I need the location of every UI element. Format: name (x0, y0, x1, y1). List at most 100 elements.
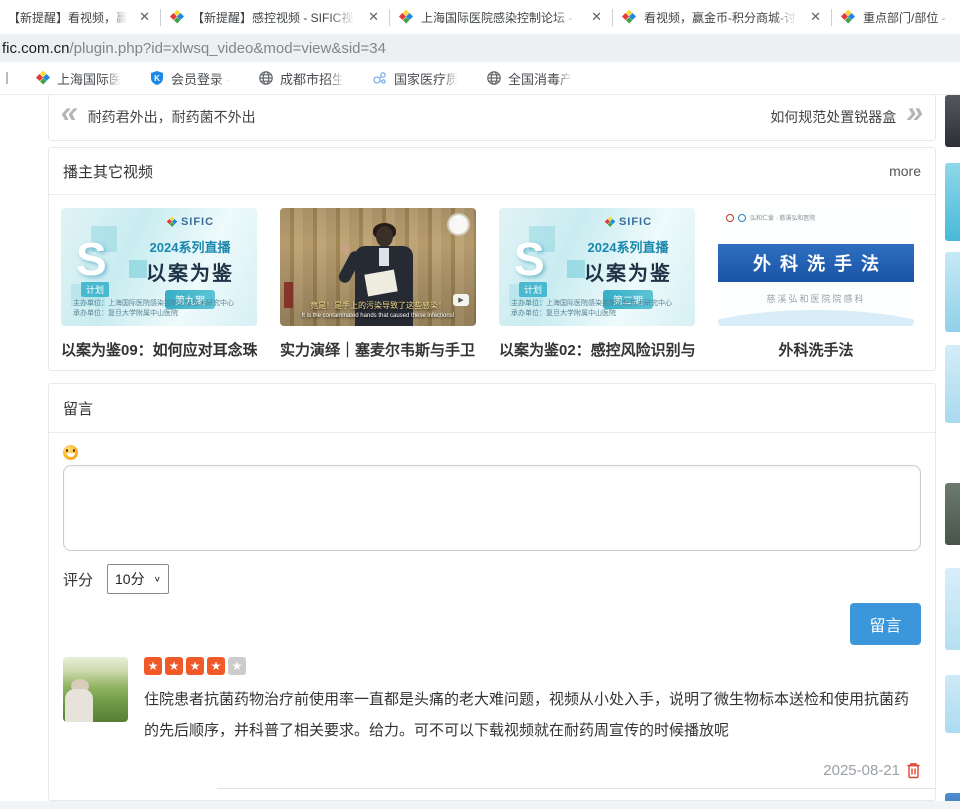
video-card-1[interactable]: S 计划 SIFIC 2024系列直播 以案为鉴 第九期 主办单位：上海国际医院… (61, 208, 257, 360)
sidebar-thumb-clipped (945, 345, 960, 423)
sidebar-thumb-clipped (945, 95, 960, 147)
tab-4[interactable]: 看视频，赢金币-积分商城-讨 ✕ (613, 0, 831, 34)
comment-text: 住院患者抗菌药物治疗前使用率一直都是头痛的老大难问题，视频从小处入手，说明了微生… (144, 684, 921, 746)
close-icon[interactable]: ✕ (589, 9, 604, 25)
hospital-logo-icon (738, 214, 746, 222)
thumb-series: 2024系列直播 (131, 237, 249, 256)
prev-video-link[interactable]: « 耐药君外出，耐药菌不外出 (61, 107, 256, 129)
delete-icon[interactable] (906, 762, 921, 779)
video-thumbnail[interactable]: S 计划 SIFIC 2024系列直播 以案为鉴 第二期 主办单位：上海国际医院… (499, 208, 695, 326)
thumb-name: 以案为鉴 (569, 257, 687, 286)
video-title[interactable]: 以案为鉴09：如何应对耳念珠... (61, 339, 257, 360)
bookmark-label: 国家医疗质 (394, 69, 459, 88)
bookmark-label: 上海国际医 (57, 69, 122, 88)
thumb-banner: 外科洗手法 (718, 244, 914, 282)
bookmarks-bar: 上海国际医 K 会员登录 - 成都市招生 国家医疗质 全国消毒产 (0, 62, 960, 95)
close-icon[interactable]: ✕ (808, 9, 823, 25)
tab-1[interactable]: 【新提醒】看视频，赢金币-积 ✕ (0, 0, 160, 34)
sidebar-thumb-clipped (945, 568, 960, 650)
star-icon: ★ (144, 657, 162, 675)
bookmark-member-login[interactable]: K 会员登录 - (149, 69, 231, 88)
rating-label: 评分 (63, 569, 93, 590)
thumb-series: 2024系列直播 (569, 237, 687, 256)
address-bar[interactable]: fic.com.cn/plugin.php?id=xlwsq_video&mod… (0, 34, 960, 62)
prev-next-bar: « 耐药君外出，耐药菌不外出 如何规范处置锐器盒 » (48, 95, 936, 141)
sidebar-thumb-clipped (945, 252, 960, 332)
next-video-link[interactable]: 如何规范处置锐器盒 » (770, 107, 923, 129)
sific-favicon-icon (398, 9, 414, 25)
avatar[interactable] (63, 657, 128, 722)
sific-favicon-icon (621, 9, 637, 25)
section-title: 播主其它视频 (63, 161, 153, 182)
video-card-2[interactable]: ▶ 竟是！是手上的污染导致了这些感染！ It is the contaminat… (280, 208, 476, 360)
comment-item: ★ ★ ★ ★ ★ 住院患者抗菌药物治疗前使用率一直都是头痛的老大难问题，视频从… (63, 657, 921, 789)
sific-favicon-icon (169, 9, 185, 25)
tab-2[interactable]: 【新提醒】感控视频 - SIFIC视 ✕ (161, 0, 389, 34)
video-title[interactable]: 以案为鉴02：感控风险识别与... (499, 339, 695, 360)
rating-value: 10分 (115, 569, 145, 589)
thumb-org2: 承办单位：复旦大学附属中山医院 (73, 309, 234, 319)
comment-date: 2025-08-21 (823, 762, 900, 779)
tab-5[interactable]: 重点部门/部位 - (832, 0, 960, 34)
thumb-plan-badge: 计划 (81, 282, 109, 297)
star-icon: ★ (228, 657, 246, 675)
bookmark-chengdu[interactable]: 成都市招生 (258, 69, 345, 88)
comments-section: 留言 评分 10分 ∨ 留言 ★ ★ ★ (48, 383, 936, 801)
sific-favicon-icon (35, 70, 51, 86)
thumb-org2: 承办单位：复旦大学附属中山医院 (511, 309, 672, 319)
thumb-org1: 主办单位：上海国际医院感染控制论坛技术研究中心 (73, 299, 234, 309)
sific-logo-icon (166, 216, 178, 228)
more-link[interactable]: more (889, 163, 921, 179)
stamp-logo-icon (447, 213, 470, 236)
bookmark-sific[interactable]: 上海国际医 (35, 69, 122, 88)
emoji-picker-icon[interactable] (63, 445, 78, 460)
star-icon: ★ (165, 657, 183, 675)
comment-input[interactable] (63, 465, 921, 551)
molecule-icon (372, 70, 388, 86)
tab-title: 重点部门/部位 - (863, 9, 952, 26)
video-title[interactable]: 外科洗手法 (718, 339, 914, 360)
next-video-title: 如何规范处置锐器盒 (770, 107, 896, 127)
url-domain: fic.com.cn (2, 40, 70, 57)
sific-logo-icon (604, 216, 616, 228)
video-thumbnail[interactable]: S 计划 SIFIC 2024系列直播 以案为鉴 第九期 主办单位：上海国际医院… (61, 208, 257, 326)
tab-3[interactable]: 上海国际医院感染控制论坛 - ✕ (390, 0, 612, 34)
close-icon[interactable]: ✕ (366, 9, 381, 25)
bookmark-clipped (0, 72, 8, 84)
video-thumbnail[interactable]: 弘和仁爱 · 慈溪弘和医院 外科洗手法 慈溪弘和医院院感科 (718, 208, 914, 326)
video-thumbnail[interactable]: ▶ 竟是！是手上的污染导致了这些感染！ It is the contaminat… (280, 208, 476, 326)
thumb-name: 以案为鉴 (131, 257, 249, 286)
submit-comment-button[interactable]: 留言 (850, 603, 921, 645)
rating-select[interactable]: 10分 ∨ (107, 564, 169, 594)
star-rating: ★ ★ ★ ★ ★ (144, 657, 921, 675)
video-card-3[interactable]: S 计划 SIFIC 2024系列直播 以案为鉴 第二期 主办单位：上海国际医院… (499, 208, 695, 360)
star-icon: ★ (207, 657, 225, 675)
bookmark-label: 会员登录 - (171, 69, 231, 88)
tab-title: 【新提醒】看视频，赢金币-积 (8, 9, 130, 26)
hospital-logo-icon (726, 214, 734, 222)
bookmark-disinfection[interactable]: 全国消毒产 (486, 69, 573, 88)
sidebar-thumb-clipped (945, 675, 960, 733)
section-title: 留言 (63, 398, 93, 419)
thumb-big-letter: S (514, 236, 545, 282)
tab-strip: 【新提醒】看视频，赢金币-积 ✕ 【新提醒】感控视频 - SIFIC视 ✕ 上海… (0, 0, 960, 34)
bookmark-label: 全国消毒产 (508, 69, 573, 88)
sidebar-thumb-clipped (945, 163, 960, 241)
thumb-org1: 主办单位：上海国际医院感染控制论坛技术研究中心 (511, 299, 672, 309)
star-icon: ★ (186, 657, 204, 675)
bookmark-medical-quality[interactable]: 国家医疗质 (372, 69, 459, 88)
thumb-header-text: 弘和仁爱 · 慈溪弘和医院 (750, 213, 815, 222)
video-title[interactable]: 实力演绎｜塞麦尔韦斯与手卫... (280, 339, 476, 360)
video-card-4[interactable]: 弘和仁爱 · 慈溪弘和医院 外科洗手法 慈溪弘和医院院感科 外科洗手法 (718, 208, 914, 360)
tab-title: 上海国际医院感染控制论坛 - (421, 9, 582, 26)
chevrons-left-icon: « (61, 102, 78, 124)
subtitle-line-1: 竟是！是手上的污染导致了这些感染！ (284, 301, 472, 311)
thumb-big-letter: S (76, 236, 107, 282)
globe-icon (258, 70, 274, 86)
close-icon[interactable]: ✕ (137, 9, 152, 25)
thumb-caption: 慈溪弘和医院院感科 (718, 292, 914, 305)
tab-title: 【新提醒】感控视频 - SIFIC视 (192, 9, 359, 26)
video-list: S 计划 SIFIC 2024系列直播 以案为鉴 第九期 主办单位：上海国际医院… (49, 195, 935, 360)
subtitle-line-2: It is the contaminated hands that caused… (284, 311, 472, 321)
svg-text:K: K (154, 74, 160, 83)
